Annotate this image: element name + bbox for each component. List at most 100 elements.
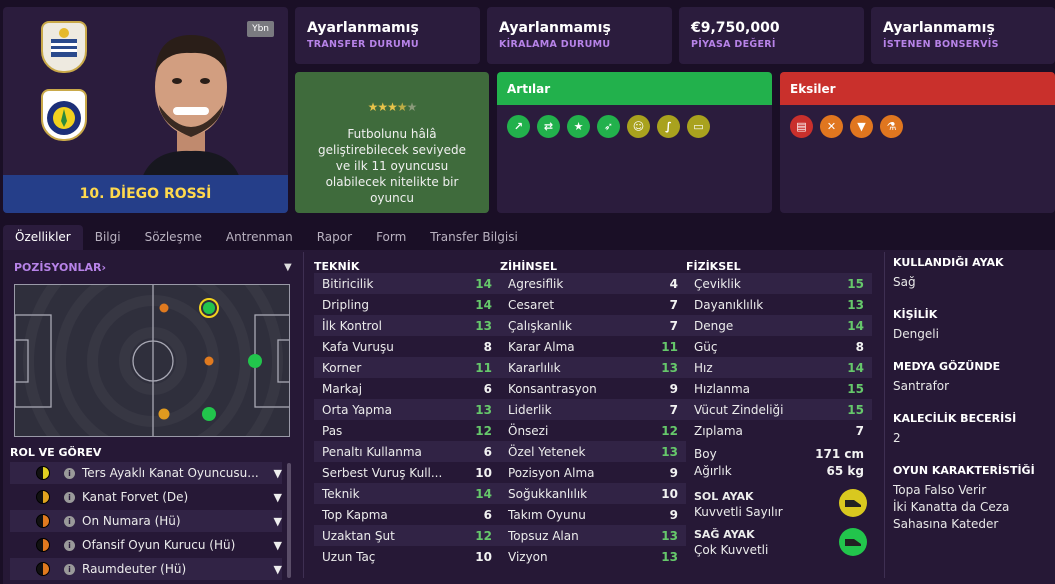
attribute-row: Konsantrasyon 9: [500, 378, 686, 399]
role-row[interactable]: i Ofansif Oyun Kurucu (Hü) ▼: [10, 534, 282, 556]
position-dot: [203, 302, 215, 314]
weight-label: Ağırlık: [694, 463, 732, 478]
role-suitability-icon: [36, 514, 50, 528]
positions-title[interactable]: POZİSYONLAR›: [14, 261, 106, 274]
tab-bar: Özellikler Bilgi Sözleşme Antrenman Rapo…: [0, 225, 1055, 250]
card-icon[interactable]: ▤: [790, 115, 813, 138]
chevron-down-icon[interactable]: ▼: [284, 262, 292, 273]
attribute-name: Dayanıklılık: [694, 297, 764, 312]
position-dot: [204, 356, 214, 366]
attribute-row: Serbest Vuruş Kull... 10: [314, 462, 500, 483]
personality-value: Dengeli: [893, 327, 939, 341]
attribute-name: Uzun Taç: [322, 549, 376, 564]
scout-report-panel[interactable]: ★★★★★ Futbolunu hâlâ geliştirebilecek se…: [295, 72, 489, 213]
flask-icon[interactable]: ⚗: [880, 115, 903, 138]
tab-report[interactable]: Rapor: [305, 225, 364, 250]
info-icon[interactable]: i: [64, 467, 75, 479]
chevron-down-icon[interactable]: ▼: [274, 563, 282, 576]
attribute-name: Kararlılık: [508, 360, 561, 375]
tab-info[interactable]: Bilgi: [83, 225, 133, 250]
tackle-icon[interactable]: ✕: [820, 115, 843, 138]
attribute-row: Penaltı Kullanma 6: [314, 441, 500, 462]
loan-status-value: Ayarlanmamış: [499, 20, 611, 36]
attribute-value: 12: [475, 528, 492, 543]
technical-column: TEKNİK Bitiricilik 14 Dripling 14 İlk Kontro…: [314, 251, 500, 567]
attribute-value: 13: [661, 528, 678, 543]
club-crest-icon: [41, 89, 87, 141]
info-icon[interactable]: i: [64, 491, 75, 503]
weight-row: Ağırlık 65 kg: [686, 462, 872, 479]
attribute-row: Liderlik 7: [500, 399, 686, 420]
shield-icon[interactable]: ▼: [850, 115, 873, 138]
info-icon[interactable]: i: [64, 539, 75, 551]
attribute-value: 7: [669, 402, 678, 417]
info-icon[interactable]: i: [64, 515, 75, 527]
right-boot-icon: [839, 528, 867, 556]
trend-up-icon[interactable]: ↗: [507, 115, 530, 138]
attribute-row: Top Kapma 6: [314, 504, 500, 525]
tab-form[interactable]: Form: [364, 225, 418, 250]
chevron-down-icon[interactable]: ▼: [274, 515, 282, 528]
attribute-row: Markaj 6: [314, 378, 500, 399]
attribute-row: İlk Kontrol 13: [314, 315, 500, 336]
attribute-name: Kafa Vuruşu: [322, 339, 394, 354]
attribute-value: 10: [661, 486, 678, 501]
role-row[interactable]: i Kanat Forvet (De) ▼: [10, 486, 282, 508]
attribute-value: 6: [483, 381, 492, 396]
role-row[interactable]: i Ters Ayaklı Kanat Oyuncusu... ▼: [10, 462, 282, 484]
chevron-down-icon[interactable]: ▼: [274, 491, 282, 504]
chevron-down-icon[interactable]: ▼: [274, 539, 282, 552]
tab-attributes[interactable]: Özellikler: [3, 225, 83, 250]
transfer-status-value: Ayarlanmamış: [307, 20, 419, 36]
attribute-row: Karar Alma 11: [500, 336, 686, 357]
attribute-name: Dripling: [322, 297, 370, 312]
role-row[interactable]: i Raumdeuter (Hü) ▼: [10, 558, 282, 580]
pitch-icon[interactable]: ▭: [687, 115, 710, 138]
mental-title: ZİHİNSEL: [500, 260, 558, 273]
attribute-value: 14: [847, 360, 864, 375]
attribute-name: Bitiricilik: [322, 276, 374, 291]
left-foot-label: SOL AYAK: [694, 490, 754, 503]
attribute-name: Serbest Vuruş Kull...: [322, 465, 443, 480]
attribute-value: 4: [669, 276, 678, 291]
role-suitability-icon: [36, 490, 50, 504]
attribute-row: Vücut Zindeliği 15: [686, 399, 872, 420]
dribble-icon[interactable]: ∫: [657, 115, 680, 138]
physical-title: FİZİKSEL: [686, 260, 741, 273]
attribute-name: Çeviklik: [694, 276, 741, 291]
tab-transfer-info[interactable]: Transfer Bilgisi: [418, 225, 530, 250]
attribute-row: Dripling 14: [314, 294, 500, 315]
roles-scrollbar[interactable]: [287, 463, 291, 578]
attribute-name: Zıplama: [694, 423, 743, 438]
player-photo: [131, 21, 251, 181]
player-trait: Topa Falso Verir: [893, 483, 987, 497]
cons-title: Eksiler: [780, 72, 1055, 105]
right-foot-label: SAĞ AYAK: [694, 528, 755, 541]
attribute-row: Özel Yetenek 13: [500, 441, 686, 462]
role-row[interactable]: i On Numara (Hü) ▼: [10, 510, 282, 532]
attribute-value: 9: [669, 381, 678, 396]
head-icon[interactable]: ☺: [627, 115, 650, 138]
attribute-value: 8: [483, 339, 492, 354]
star-icon[interactable]: ★: [567, 115, 590, 138]
attribute-value: 13: [661, 360, 678, 375]
attribute-value: 14: [475, 297, 492, 312]
pros-panel: Artılar ↗ ⇄ ★ ➶ ☺ ∫ ▭: [497, 72, 772, 213]
attribute-row: Çeviklik 15: [686, 273, 872, 294]
height-row: Boy 171 cm: [686, 445, 872, 462]
info-icon[interactable]: i: [64, 563, 75, 575]
attribute-row: Vizyon 13: [500, 546, 686, 567]
physical-column: FİZİKSEL Çeviklik 15 Dayanıklılık 13 Denge 14…: [686, 251, 872, 479]
position-dot: [248, 354, 262, 368]
tab-contract[interactable]: Sözleşme: [133, 225, 214, 250]
tab-training[interactable]: Antrenman: [214, 225, 305, 250]
attribute-name: Pozisyon Alma: [508, 465, 595, 480]
attribute-name: Korner: [322, 360, 362, 375]
boot-icon[interactable]: ➶: [597, 115, 620, 138]
side-info: KULLANDIĞI AYAK Sağ KİŞİLİK Dengeli MEDY…: [893, 256, 1051, 533]
position-pitch: [14, 284, 290, 437]
handshake-icon[interactable]: ⇄: [537, 115, 560, 138]
asking-price-value: Ayarlanmamış: [883, 20, 995, 36]
role-suitability-icon: [36, 466, 50, 480]
chevron-down-icon[interactable]: ▼: [274, 467, 282, 480]
